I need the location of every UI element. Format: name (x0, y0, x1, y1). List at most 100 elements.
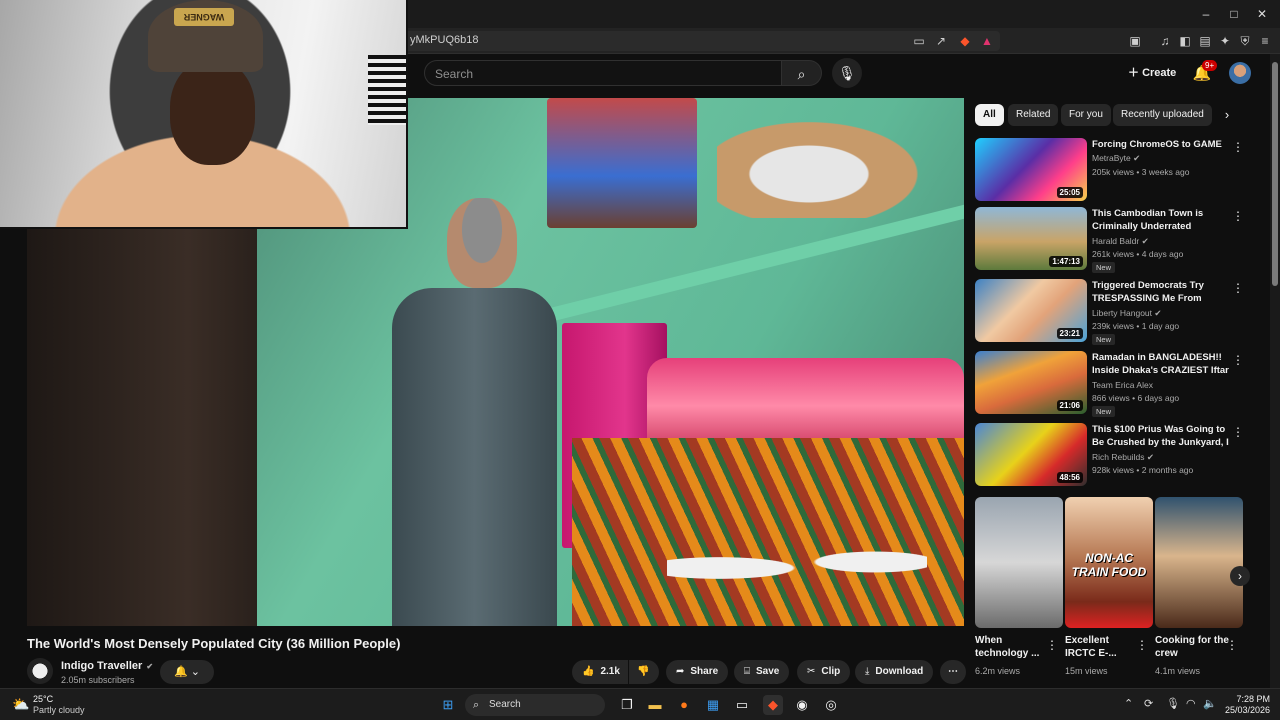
weather-temperature[interactable]: 25°C (33, 694, 53, 704)
more-vertical-icon[interactable]: ⋮ (1231, 425, 1245, 439)
short-overlay-text: NON-AC TRAIN FOOD (1071, 551, 1147, 579)
recommendation-title[interactable]: This Cambodian Town is Criminally Underr… (1092, 207, 1232, 233)
terminal-icon[interactable]: ▭ (732, 695, 752, 715)
voice-search-button[interactable]: 🎙 (832, 58, 862, 88)
dislike-button[interactable]: 👎 (629, 660, 659, 684)
channel-name[interactable]: Indigo Traveller ✔ (61, 660, 153, 672)
channel-avatar[interactable] (27, 658, 53, 684)
store-icon[interactable]: ▦ (703, 695, 723, 715)
video-thumbnail[interactable]: 21:06 (975, 351, 1087, 414)
like-button[interactable]: 👍 2.1k (572, 660, 628, 684)
chevron-up-icon[interactable]: ⌃ (1124, 697, 1133, 710)
video-thumbnail[interactable]: 25:05 (975, 138, 1087, 201)
recommendation-channel[interactable]: Rich Rebuilds ✔ (1092, 452, 1154, 463)
maximize-button[interactable]: □ (1222, 4, 1246, 24)
verified-icon: ✔ (1141, 236, 1149, 246)
clock-date[interactable]: 25/03/2026 (1220, 705, 1270, 715)
short-title[interactable]: When technology ... (975, 634, 1051, 660)
minimize-button[interactable]: – (1194, 4, 1218, 24)
recommendation-title[interactable]: This $100 Prius Was Going to Be Crushed … (1092, 423, 1232, 449)
recommendation-item[interactable]: 23:21 Triggered Democrats Try TRESPASSIN… (975, 279, 1265, 345)
more-horizontal-icon: ⋯ (948, 666, 958, 677)
app-icon[interactable]: ◉ (792, 695, 812, 715)
more-vertical-icon[interactable]: ⋮ (1046, 638, 1058, 652)
chip-for-you[interactable]: For you (1061, 104, 1111, 126)
share-page-icon[interactable]: ↗ (932, 32, 950, 50)
recommendation-channel[interactable]: Liberty Hangout ✔ (1092, 308, 1162, 319)
more-vertical-icon[interactable]: ⋮ (1226, 638, 1238, 652)
start-icon[interactable]: ⊞ (438, 695, 458, 715)
chevron-right-icon[interactable]: › (1218, 104, 1236, 126)
thumbs-down-icon: 👎 (637, 666, 650, 677)
short-views: 6.2m views (975, 666, 1021, 676)
save-button[interactable]: ⌸ Save (734, 660, 790, 684)
chip-related[interactable]: Related (1008, 104, 1059, 126)
verified-icon: ✔ (1146, 452, 1154, 462)
scrollbar-thumb[interactable] (1272, 62, 1278, 286)
create-button[interactable]: ＋ Create (1122, 62, 1182, 84)
recommendation-channel[interactable]: MetraByte ✔ (1092, 153, 1140, 164)
tab-search-icon[interactable]: ▣ (1126, 32, 1144, 50)
clip-button[interactable]: ✂ Clip (797, 660, 851, 684)
leo-ai-icon[interactable]: ✦ (1216, 32, 1234, 50)
more-vertical-icon[interactable]: ⋮ (1136, 638, 1148, 652)
short-thumbnail[interactable] (975, 497, 1063, 628)
obs-icon[interactable]: ◎ (821, 695, 841, 715)
more-vertical-icon[interactable]: ⋮ (1231, 209, 1245, 223)
more-actions-button[interactable]: ⋯ (940, 660, 966, 684)
recommendation-item[interactable]: 1:47:13 This Cambodian Town is Criminall… (975, 207, 1265, 273)
recommendation-meta: 261k views • 4 days ago (1092, 249, 1184, 259)
recommendation-channel[interactable]: Team Erica Alex (1092, 380, 1153, 390)
wifi-icon[interactable]: ◠ (1186, 697, 1196, 710)
account-avatar[interactable] (1229, 62, 1251, 84)
recommendation-item[interactable]: 25:05 Forcing ChromeOS to GAME MetraByte… (975, 138, 1265, 204)
search-button[interactable]: ⌕ (782, 60, 822, 86)
download-button[interactable]: ⤓ Download (855, 660, 934, 684)
short-title[interactable]: Excellent IRCTC E-... (1065, 634, 1141, 660)
video-thumbnail[interactable]: 23:21 (975, 279, 1087, 342)
media-icon[interactable]: ♫ (1156, 32, 1174, 50)
more-vertical-icon[interactable]: ⋮ (1231, 281, 1245, 295)
share-button[interactable]: ➦ Share (666, 660, 729, 684)
chip-recently-uploaded[interactable]: Recently uploaded (1113, 104, 1212, 126)
firefox-icon[interactable]: ● (674, 695, 694, 715)
close-button[interactable]: ✕ (1250, 4, 1274, 24)
task-view-icon[interactable]: ❐ (617, 695, 637, 715)
download-icon: ⤓ (865, 666, 870, 677)
file-explorer-icon[interactable]: ▬ (645, 695, 665, 715)
volume-icon[interactable]: 🔈 (1203, 697, 1217, 710)
recommendation-item[interactable]: 21:06 Ramadan in BANGLADESH!! Inside Dha… (975, 351, 1265, 417)
video-thumbnail[interactable]: 48:56 (975, 423, 1087, 486)
video-thumbnail[interactable]: 1:47:13 (975, 207, 1087, 270)
taskbar-search[interactable]: ⌕ Search (465, 694, 605, 716)
chip-all[interactable]: All (975, 104, 1004, 126)
more-vertical-icon[interactable]: ⋮ (1231, 140, 1245, 154)
recommendation-item[interactable]: 48:56 This $100 Prius Was Going to Be Cr… (975, 423, 1265, 489)
search-input[interactable]: Search (424, 60, 782, 86)
brave-browser-icon[interactable]: ◆ (763, 695, 783, 715)
cast-icon[interactable]: ▭ (910, 32, 928, 50)
recommendation-title[interactable]: Forcing ChromeOS to GAME (1092, 138, 1232, 151)
page-scrollbar[interactable] (1270, 54, 1280, 688)
short-thumbnail[interactable]: NON-AC TRAIN FOOD (1065, 497, 1153, 628)
weather-description[interactable]: Partly cloudy (33, 705, 85, 715)
recommendation-channel[interactable]: Harald Baldr ✔ (1092, 236, 1149, 247)
sync-icon[interactable]: ⟳ (1144, 697, 1153, 710)
video-duration: 1:47:13 (1049, 256, 1083, 267)
recommendation-title[interactable]: Ramadan in BANGLADESH!! Inside Dhaka's C… (1092, 351, 1232, 377)
subscribe-notifications-button[interactable]: 🔔 ⌄ (160, 660, 214, 684)
recommendation-title[interactable]: Triggered Democrats Try TRESPASSING Me F… (1092, 279, 1232, 305)
brave-rewards-icon[interactable]: ▲ (978, 32, 996, 50)
more-vertical-icon[interactable]: ⋮ (1231, 353, 1245, 367)
chevron-right-icon[interactable]: › (1230, 566, 1250, 586)
sidebar-icon[interactable]: ◧ (1176, 32, 1194, 50)
brave-shields-icon[interactable]: ◆ (956, 32, 974, 50)
menu-icon[interactable]: ≡ (1256, 32, 1274, 50)
weather-icon[interactable]: ⛅ (12, 695, 30, 713)
vpn-icon[interactable]: ⛨ (1236, 32, 1254, 50)
microphone-icon[interactable]: 🎙 (1166, 697, 1180, 710)
short-title[interactable]: Cooking for the crew (1155, 634, 1231, 660)
wallet-icon[interactable]: ▤ (1196, 32, 1214, 50)
short-thumbnail[interactable] (1155, 497, 1243, 628)
clock-time[interactable]: 7:28 PM (1230, 694, 1270, 704)
